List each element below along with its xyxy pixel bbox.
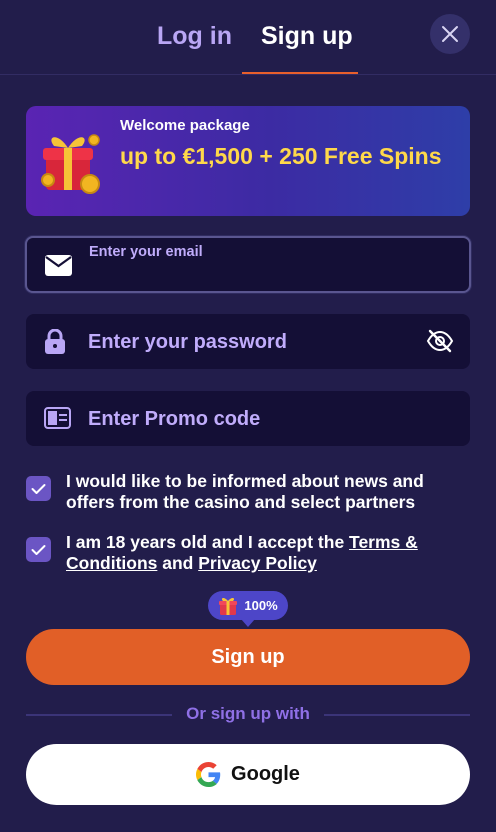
mail-icon xyxy=(45,255,72,276)
close-button[interactable] xyxy=(430,14,470,54)
check-icon xyxy=(31,483,46,494)
news-consent-checkbox[interactable] xyxy=(26,476,51,501)
promo-code-field[interactable]: Enter Promo code xyxy=(26,391,470,446)
close-icon xyxy=(442,26,458,42)
tab-signup[interactable]: Sign up xyxy=(261,22,353,51)
active-tab-indicator xyxy=(242,72,358,74)
email-field[interactable]: Enter your email xyxy=(25,236,471,293)
auth-tabs-header: Log in Sign up xyxy=(0,0,496,75)
bonus-badge-text: 100% xyxy=(244,598,278,613)
divider-line-right xyxy=(324,714,470,716)
news-consent-text: I would like to be informed about news a… xyxy=(66,471,424,512)
banner-subtitle: Welcome package xyxy=(120,117,250,134)
privacy-policy-link[interactable]: Privacy Policy xyxy=(198,553,317,573)
gift-icon xyxy=(41,134,100,194)
signup-button[interactable]: Sign up xyxy=(26,629,470,685)
google-button-label: Google xyxy=(231,763,300,785)
google-signup-button[interactable]: Google xyxy=(26,744,470,805)
check-icon xyxy=(31,544,46,555)
gift-icon xyxy=(219,597,238,615)
social-divider: Or sign up with xyxy=(26,704,470,724)
google-logo-icon xyxy=(196,762,221,787)
tab-login[interactable]: Log in xyxy=(157,22,232,51)
email-field-label: Enter your email xyxy=(89,244,203,260)
age-consent-checkbox[interactable] xyxy=(26,537,51,562)
age-consent-text: I am 18 years old and I accept the Terms… xyxy=(66,532,476,574)
lock-icon xyxy=(45,329,65,354)
password-field-placeholder: Enter your password xyxy=(88,331,287,353)
banner-offer-title: up to €1,500 + 250 Free Spins xyxy=(120,143,442,169)
bonus-badge: 100% xyxy=(208,591,288,627)
password-field[interactable]: Enter your password xyxy=(26,314,470,369)
ticket-icon xyxy=(44,407,71,429)
eye-off-icon[interactable] xyxy=(426,327,454,355)
age-consent-middle: and xyxy=(157,553,199,573)
welcome-banner: Welcome package up to €1,500 + 250 Free … xyxy=(26,106,470,216)
promo-field-placeholder: Enter Promo code xyxy=(88,408,261,430)
age-consent-prefix: I am 18 years old and I accept the xyxy=(66,532,350,552)
